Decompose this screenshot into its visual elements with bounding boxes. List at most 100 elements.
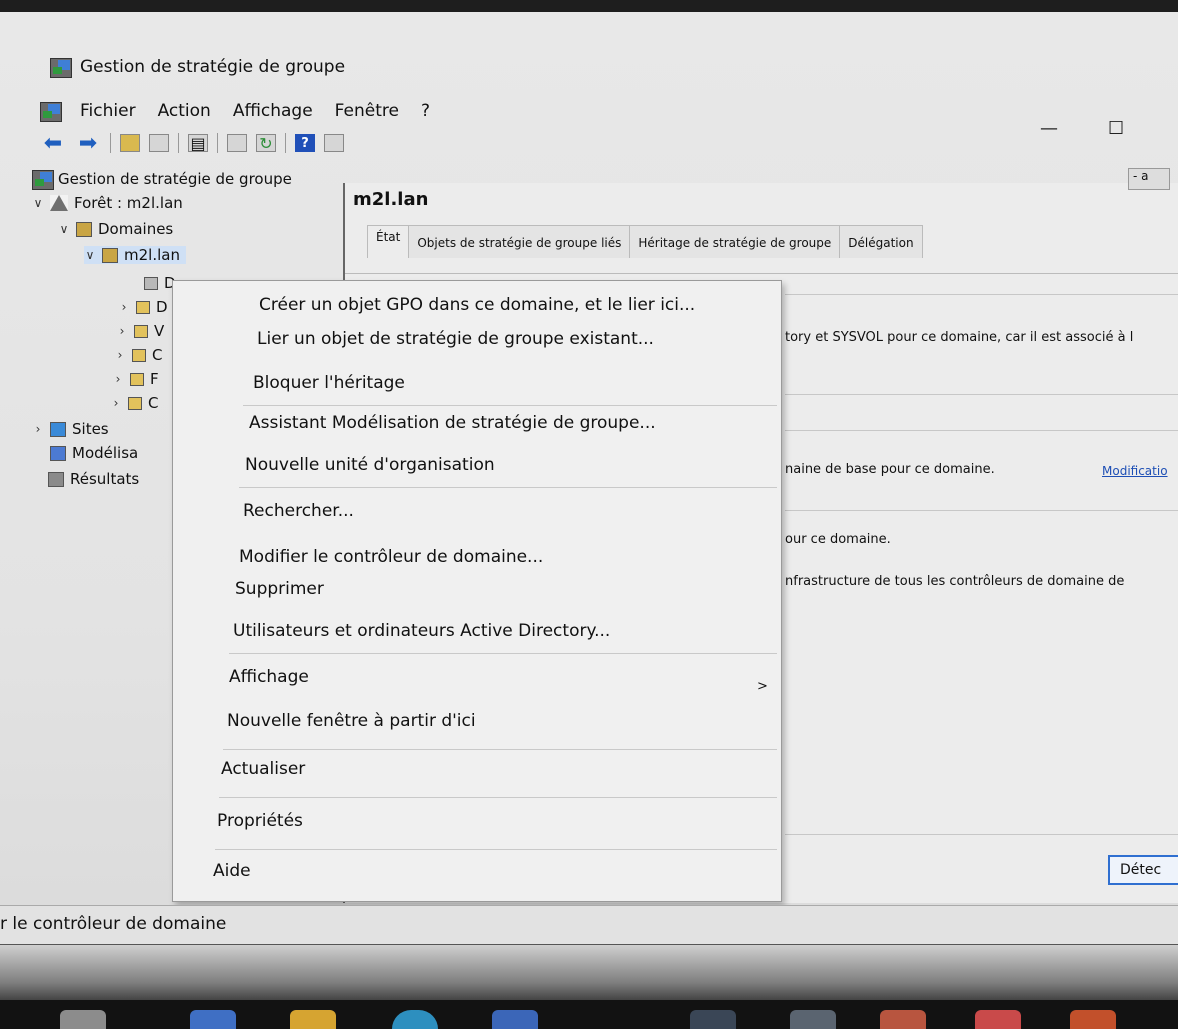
menu-help[interactable]: ? (419, 99, 432, 123)
window-controls: — ☐ (1040, 118, 1124, 139)
expand-chevron-icon[interactable]: ∨ (84, 248, 96, 262)
tree-root[interactable]: Gestion de stratégie de groupe (32, 170, 292, 190)
tree-forest-label: Forêt : m2l.lan (74, 194, 183, 212)
menu-separator (243, 405, 777, 406)
ou-folder-icon (130, 372, 144, 386)
tree-sites[interactable]: › Sites (32, 420, 109, 438)
tree-domain-m2l[interactable]: ∨ m2l.lan (84, 246, 186, 264)
taskbar-app-icon[interactable] (1070, 1010, 1116, 1029)
gpo-icon (144, 276, 158, 290)
tab-etat[interactable]: État (367, 225, 410, 258)
menu-item-search[interactable]: Rechercher... (243, 501, 354, 521)
tab-linked-gpos[interactable]: Objets de stratégie de groupe liés (408, 225, 631, 258)
tree-child-ou[interactable]: › F (112, 370, 159, 388)
status-bar: r le contrôleur de domaine (0, 905, 1178, 946)
menu-item-change-dc[interactable]: Modifier le contrôleur de domaine... (239, 547, 543, 567)
expand-chevron-icon[interactable]: › (116, 324, 128, 338)
collapse-toggle[interactable]: - a (1128, 168, 1170, 190)
taskbar-app-icon[interactable] (690, 1010, 736, 1029)
tab-inheritance[interactable]: Héritage de stratégie de groupe (629, 225, 841, 258)
expand-chevron-icon[interactable]: ∨ (58, 222, 70, 236)
tree-domains[interactable]: ∨ Domaines (58, 220, 174, 238)
tree-child-ou[interactable]: › C (110, 394, 159, 412)
menu-item-refresh[interactable]: Actualiser (221, 759, 305, 779)
menu-item-new-ou[interactable]: Nouvelle unité d'organisation (245, 455, 495, 475)
tree-modeling[interactable]: Modélisa (50, 444, 138, 462)
taskbar-app-icon[interactable] (975, 1010, 1021, 1029)
menu-fichier[interactable]: Fichier (78, 99, 138, 123)
folder-icon[interactable] (290, 1010, 336, 1029)
ou-folder-icon (128, 396, 142, 410)
toolbar-separator (285, 133, 286, 153)
menu-item-block-inheritance[interactable]: Bloquer l'héritage (253, 373, 405, 393)
refresh-icon[interactable]: ↻ (256, 134, 276, 153)
detect-button[interactable]: Détec (1108, 855, 1178, 885)
tree-child-gpo[interactable]: D (144, 274, 176, 292)
pane-title: m2l.lan (353, 189, 429, 210)
taskbar-app-icon[interactable] (790, 1010, 836, 1029)
tree-forest[interactable]: ∨ Forêt : m2l.lan (32, 194, 183, 212)
toolbar-separator (217, 133, 218, 153)
menu-fenetre[interactable]: Fenêtre (333, 99, 401, 123)
taskbar-app-icon[interactable] (190, 1010, 236, 1029)
up-folder-icon[interactable] (120, 134, 140, 152)
menu-separator (219, 797, 777, 798)
menu-item-modeling-wizard[interactable]: Assistant Modélisation de stratégie de g… (249, 413, 656, 433)
menu-item-link-gpo[interactable]: Lier un objet de stratégie de groupe exi… (257, 329, 654, 349)
menu-item-help[interactable]: Aide (213, 861, 251, 881)
show-tree-icon[interactable] (149, 134, 169, 152)
menu-affichage[interactable]: Affichage (231, 99, 315, 123)
title-bar: Gestion de stratégie de groupe (50, 52, 345, 82)
taskbar-app-icon[interactable] (492, 1010, 538, 1029)
back-arrow-icon[interactable]: ⬅ (40, 131, 66, 156)
ou-folder-icon (132, 348, 146, 362)
expand-chevron-icon[interactable]: › (112, 372, 124, 386)
modify-link[interactable]: Modificatio (1102, 464, 1168, 478)
submenu-arrow-icon: > (757, 679, 768, 694)
menu-app-icon[interactable] (40, 102, 62, 122)
maximize-button[interactable]: ☐ (1108, 118, 1124, 139)
tree-child-ou[interactable]: › D (118, 298, 168, 316)
mmc-view-icon[interactable] (324, 134, 344, 152)
tree-root-label: Gestion de stratégie de groupe (58, 170, 292, 188)
menu-separator (223, 749, 777, 750)
sites-icon (50, 421, 66, 437)
export-icon[interactable] (227, 134, 247, 152)
taskbar-app-icon[interactable] (60, 1010, 106, 1029)
menu-separator (215, 849, 777, 850)
tab-strip: État Objets de stratégie de groupe liés … (367, 225, 923, 258)
tree-results[interactable]: Résultats (48, 470, 139, 488)
menu-item-new-window[interactable]: Nouvelle fenêtre à partir d'ici (227, 711, 476, 731)
expand-chevron-icon[interactable]: › (110, 396, 122, 410)
divider (785, 510, 1178, 511)
tree-child-ou[interactable]: › C (114, 346, 163, 364)
divider (785, 834, 1178, 835)
expand-chevron-icon[interactable]: › (32, 422, 44, 436)
expand-chevron-icon[interactable]: › (114, 348, 126, 362)
modeling-icon (50, 445, 66, 461)
menu-item-aduc[interactable]: Utilisateurs et ordinateurs Active Direc… (233, 621, 610, 641)
menu-item-view[interactable]: Affichage (229, 667, 309, 687)
tree-results-label: Résultats (70, 470, 140, 488)
tree-sites-label: Sites (72, 420, 109, 438)
taskbar-app-icon[interactable] (880, 1010, 926, 1029)
tree-child-ou[interactable]: › V (116, 322, 165, 340)
minimize-button[interactable]: — (1040, 118, 1058, 139)
menu-item-properties[interactable]: Propriétés (217, 811, 303, 831)
domains-icon (76, 221, 92, 237)
expand-chevron-icon[interactable]: ∨ (32, 196, 44, 210)
divider (785, 294, 1178, 295)
context-menu: Créer un objet GPO dans ce domaine, et l… (172, 280, 782, 902)
expand-chevron-icon[interactable]: › (118, 300, 130, 314)
forward-arrow-icon[interactable]: ➡ (75, 131, 101, 156)
tab-delegation[interactable]: Délégation (839, 225, 923, 258)
help-icon[interactable]: ? (295, 134, 315, 152)
menu-item-delete[interactable]: Supprimer (235, 579, 324, 599)
status-line: nfrastructure de tous les contrôleurs de… (785, 574, 1125, 589)
menu-action[interactable]: Action (156, 99, 213, 123)
gpmc-root-icon (32, 170, 54, 190)
domain-icon (102, 247, 118, 263)
status-line: naine de base pour ce domaine. (785, 462, 995, 477)
menu-item-create-gpo[interactable]: Créer un objet GPO dans ce domaine, et l… (259, 295, 695, 315)
properties-icon[interactable]: ▤ (188, 134, 208, 153)
